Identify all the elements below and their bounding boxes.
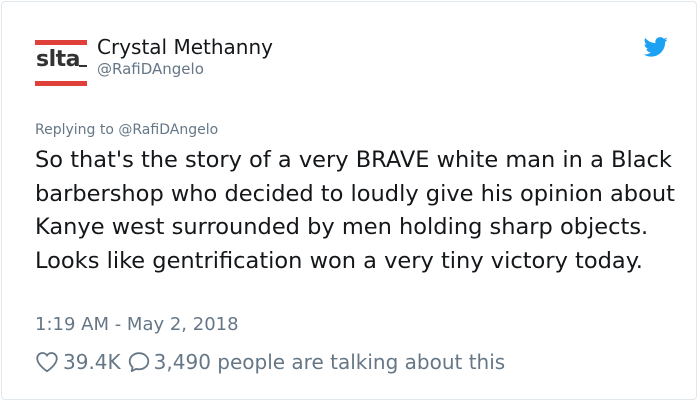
avatar-logo-dash (79, 65, 87, 67)
heart-icon (35, 351, 59, 373)
twitter-bird-icon[interactable] (643, 37, 668, 57)
author-handle[interactable]: @RafiDAngelo (97, 60, 204, 78)
replying-to-prefix: Replying to (35, 122, 114, 138)
talking-about-count: 3,490 people are talking about this (153, 350, 506, 374)
conversation-button[interactable]: 3,490 people are talking about this (127, 350, 506, 374)
author-display-name[interactable]: Crystal Methanny (97, 35, 273, 59)
avatar-logo-bar-bottom (35, 81, 87, 86)
tweet-text: So that's the story of a very BRAVE whit… (35, 147, 675, 274)
like-count: 39.4K (63, 350, 121, 374)
avatar[interactable]: slta (35, 38, 87, 90)
replying-to-line: Replying to @RafiDAngelo (35, 122, 218, 138)
like-button[interactable]: 39.4K (35, 350, 127, 374)
tweet-timestamp[interactable]: 1:19 AM - May 2, 2018 (35, 314, 239, 335)
tweet-actions: 39.4K 3,490 people are talking about thi… (35, 348, 505, 376)
avatar-logo-text: slta (36, 47, 81, 72)
speech-bubble-icon (127, 351, 151, 373)
tweet-card: slta Crystal Methanny @RafiDAngelo Reply… (1, 1, 697, 400)
avatar-logo-bar-top (35, 40, 87, 45)
replying-to-handle[interactable]: @RafiDAngelo (118, 122, 218, 138)
